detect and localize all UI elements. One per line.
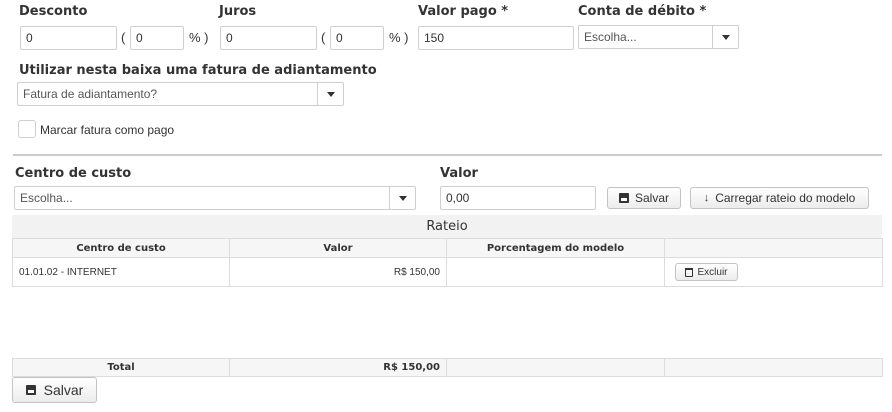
save-icon [25, 385, 36, 395]
conta-debito-select[interactable]: Escolha... [578, 25, 739, 49]
total-label: Total [12, 358, 230, 377]
total-value: R$ 150,00 [229, 358, 447, 377]
juros-percent-input[interactable]: 0 [330, 26, 384, 50]
juros-label: Juros [219, 4, 257, 19]
valor-input[interactable]: 0,00 [440, 186, 596, 210]
table-header-row: Centro de custo Valor Porcentagem do mod… [12, 238, 883, 258]
row-porcentagem [446, 257, 665, 287]
chevron-down-icon[interactable] [317, 83, 343, 105]
chevron-down-icon[interactable] [712, 26, 738, 48]
valor-label: Valor [440, 166, 478, 181]
adiantamento-label: Utilizar nesta baixa uma fatura de adian… [19, 63, 377, 78]
conta-debito-selected: Escolha... [584, 30, 637, 44]
header-porcentagem: Porcentagem do modelo [446, 238, 665, 258]
rateio-table: Centro de custo Valor Porcentagem do mod… [12, 238, 883, 287]
carregar-rateio-button[interactable]: ↓ Carregar rateio do modelo [690, 187, 869, 209]
conta-debito-label: Conta de débito * [578, 4, 707, 19]
rateio-title: Rateio [12, 215, 882, 239]
desconto-input[interactable]: 0 [20, 26, 117, 50]
salvar-bottom-button[interactable]: Salvar [12, 377, 97, 403]
valor-pago-input[interactable]: 150 [418, 26, 574, 50]
carregar-rateio-label: Carregar rateio do modelo [715, 191, 856, 205]
desconto-label: Desconto [19, 4, 88, 19]
row-actions: Excluir [664, 257, 883, 287]
salvar-button-label: Salvar [634, 191, 669, 205]
adiantamento-select[interactable]: Fatura de adiantamento? [17, 82, 344, 106]
salvar-button[interactable]: Salvar [607, 187, 681, 209]
salvar-bottom-label: Salvar [43, 382, 84, 398]
row-centro-custo: 01.01.02 - INTERNET [12, 257, 230, 287]
desconto-percent-input[interactable]: 0 [130, 26, 184, 50]
header-centro-custo: Centro de custo [12, 238, 230, 258]
marcar-pago-label: Marcar fatura como pago [40, 123, 175, 137]
total-empty-1 [446, 358, 665, 377]
juros-input[interactable]: 0 [220, 26, 317, 50]
excluir-label: Excluir [697, 266, 728, 278]
download-arrow-icon: ↓ [703, 191, 710, 204]
header-actions [664, 238, 883, 258]
juros-paren-close: % ) [389, 30, 409, 45]
centro-custo-selected: Escolha... [20, 191, 73, 205]
centro-custo-label: Centro de custo [15, 166, 132, 181]
trash-icon [685, 267, 694, 277]
row-valor: R$ 150,00 [229, 257, 447, 287]
section-divider [13, 154, 882, 156]
total-table: Total R$ 150,00 [12, 358, 883, 377]
save-icon [618, 193, 629, 203]
desconto-paren-close: % ) [189, 30, 209, 45]
desconto-paren-open: ( [121, 30, 126, 45]
total-empty-2 [664, 358, 883, 377]
juros-paren-open: ( [321, 30, 326, 45]
excluir-button[interactable]: Excluir [675, 263, 738, 281]
centro-custo-select[interactable]: Escolha... [14, 186, 416, 210]
table-row: 01.01.02 - INTERNET R$ 150,00 Excluir [12, 257, 883, 287]
chevron-down-icon[interactable] [389, 187, 415, 209]
adiantamento-selected: Fatura de adiantamento? [23, 87, 158, 101]
valor-pago-label: Valor pago * [418, 4, 509, 19]
total-row: Total R$ 150,00 [12, 358, 883, 377]
marcar-pago-checkbox[interactable] [18, 120, 36, 138]
header-valor: Valor [229, 238, 447, 258]
